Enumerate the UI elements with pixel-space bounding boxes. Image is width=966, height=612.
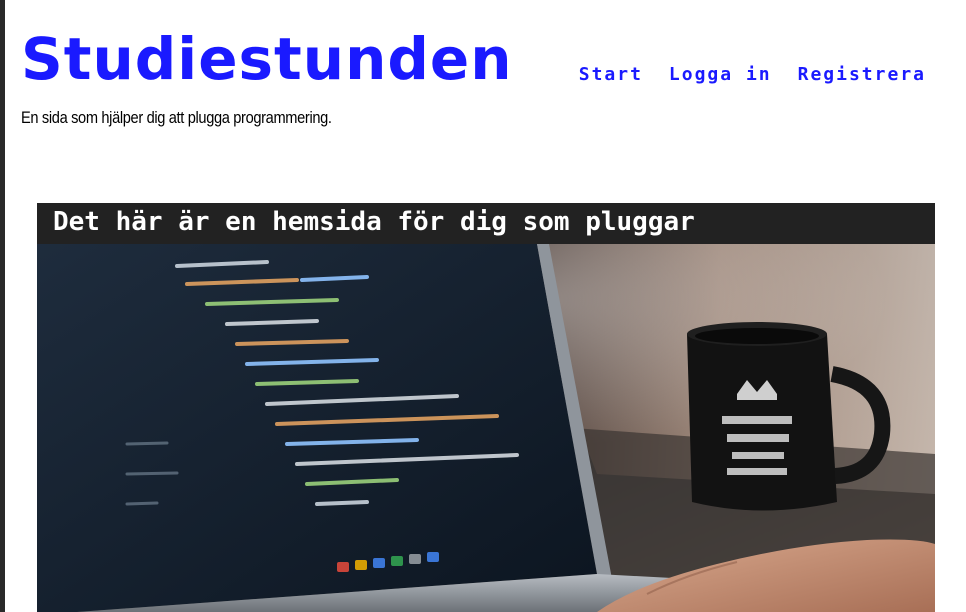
page: Studiestunden En sida som hjälper dig at…: [5, 0, 966, 612]
hero-banner: Det här är en hemsida för dig som plugga…: [37, 203, 935, 244]
hero-image: [37, 244, 935, 612]
nav-register-link[interactable]: Registrera: [798, 64, 926, 85]
site-tagline: En sida som hjälper dig att plugga progr…: [21, 108, 332, 127]
laptop-screen: [37, 244, 612, 612]
nav-start-link[interactable]: Start: [579, 64, 643, 85]
site-title[interactable]: Studiestunden: [21, 30, 513, 88]
nav-login-link[interactable]: Logga in: [669, 64, 772, 85]
hero-section: Det här är en hemsida för dig som plugga…: [37, 203, 935, 612]
main-nav: Start Logga in Registrera: [579, 64, 926, 85]
hero-heading: Det här är en hemsida för dig som plugga…: [53, 207, 695, 237]
